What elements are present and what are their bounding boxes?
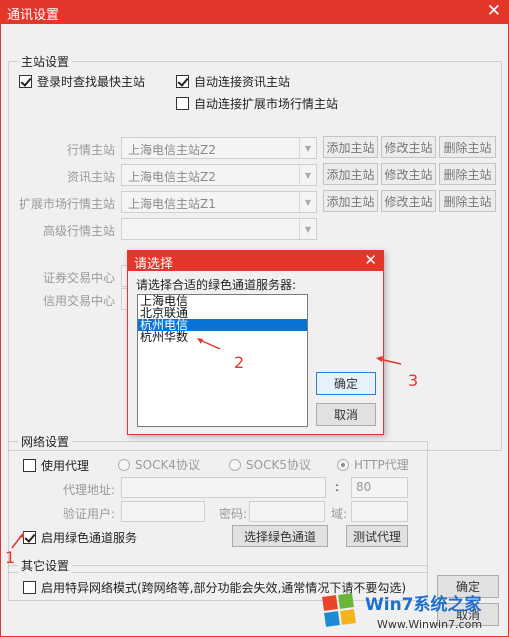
info-station-label: 资讯主站 (66, 170, 115, 184)
checkbox-unchecked[interactable] (176, 97, 189, 110)
add-station-button[interactable]: 添加主站 (323, 136, 378, 158)
other-legend: 其它设置 (18, 557, 73, 574)
annotation-arrow-2 (197, 338, 221, 350)
proxy-port-input[interactable]: 80 (351, 477, 408, 498)
adv-station-select[interactable]: ▼ (121, 218, 317, 240)
dialog-titlebar: 请选择 ✕ (128, 251, 383, 272)
dialog-title: 请选择 (134, 257, 174, 272)
auth-user-input[interactable] (121, 501, 205, 522)
checkbox-unchecked[interactable] (23, 459, 36, 472)
annotation-arrow-1 (11, 532, 24, 549)
watermark-brand: Win7系统之家 (365, 594, 482, 615)
network-legend: 网络设置 (18, 433, 73, 450)
socks5-radio[interactable]: SOCK5协议 (229, 456, 311, 473)
green-channel-label: 启用绿色通道服务 (41, 531, 138, 545)
annotation-3: 3 (408, 371, 419, 390)
quote-station-select[interactable]: 上海电信主站Z2 ▼ (121, 137, 317, 159)
quote-station-label: 行情主站 (66, 143, 115, 157)
ext-station-value: 上海电信主站Z1 (128, 197, 216, 211)
window-client: 主站设置 登录时查找最快主站 自动连接资讯主站 自动连接扩展市场行情主站 行情主… (0, 24, 509, 637)
select-green-channel-button[interactable]: 选择绿色通道 (232, 525, 328, 547)
find-fastest-label: 登录时查找最快主站 (37, 75, 146, 89)
ext-station-select[interactable]: 上海电信主站Z1 ▼ (121, 191, 317, 213)
checkbox-checked[interactable] (176, 75, 189, 88)
info-station-select[interactable]: 上海电信主站Z2 ▼ (121, 164, 317, 186)
quote-station-value: 上海电信主站Z2 (128, 143, 216, 157)
info-station-value: 上海电信主站Z2 (128, 170, 216, 184)
main-station-legend: 主站设置 (18, 53, 73, 70)
watermark-logo: Win7系统之家 Www.Winwin7.com (322, 593, 482, 631)
select-server-dialog: 请选择 ✕ 请选择合适的绿色通道服务器: 上海电信 北京联通 杭州电信 杭州华数… (127, 250, 384, 435)
use-proxy-checkbox[interactable]: 使用代理 (23, 457, 89, 474)
socks5-label: SOCK5协议 (246, 458, 311, 472)
auto-info-label: 自动连接资讯主站 (194, 75, 291, 89)
delete-station-button[interactable]: 删除主站 (439, 163, 496, 185)
watermark-url: Www.Winwin7.com (377, 618, 482, 631)
ext-station-label: 扩展市场行情主站 (18, 197, 115, 211)
find-fastest-checkbox[interactable]: 登录时查找最快主站 (19, 73, 145, 90)
radio-icon[interactable] (118, 458, 130, 471)
radio-selected-icon[interactable] (337, 458, 349, 471)
edit-station-button[interactable]: 修改主站 (381, 190, 436, 212)
http-proxy-label: HTTP代理 (354, 458, 409, 472)
socks4-label: SOCK4协议 (135, 458, 200, 472)
http-proxy-radio[interactable]: HTTP代理 (337, 456, 409, 473)
chevron-down-icon[interactable]: ▼ (299, 192, 316, 212)
proxy-address-label: 代理地址: (62, 483, 115, 497)
domain-label: 域: (330, 507, 347, 521)
annotation-2: 2 (234, 353, 245, 372)
socks4-radio[interactable]: SOCK4协议 (118, 456, 200, 473)
dialog-cancel-button[interactable]: 取消 (316, 403, 376, 426)
auto-ext-checkbox[interactable]: 自动连接扩展市场行情主站 (176, 95, 338, 112)
window-titlebar: 通讯设置 ✕ (0, 0, 509, 24)
domain-input[interactable] (351, 501, 408, 522)
delete-station-button[interactable]: 删除主站 (439, 190, 496, 212)
checkbox-unchecked[interactable] (23, 581, 36, 594)
close-icon[interactable]: ✕ (364, 251, 377, 269)
annotation-arrow-3 (376, 356, 402, 365)
chevron-down-icon[interactable]: ▼ (299, 165, 316, 185)
auto-ext-label: 自动连接扩展市场行情主站 (194, 97, 339, 111)
chevron-down-icon[interactable]: ▼ (299, 219, 316, 239)
auto-info-checkbox[interactable]: 自动连接资讯主站 (176, 73, 290, 90)
window-title: 通讯设置 (7, 8, 60, 23)
checkbox-checked[interactable] (19, 75, 32, 88)
test-proxy-button[interactable]: 测试代理 (346, 525, 408, 547)
port-colon: : (335, 480, 340, 494)
chevron-down-icon[interactable]: ▼ (299, 138, 316, 158)
edit-station-button[interactable]: 修改主站 (381, 163, 436, 185)
close-icon[interactable]: ✕ (487, 1, 501, 21)
credit-center-label: 信用交易中心 (42, 294, 115, 308)
green-channel-checkbox[interactable]: 启用绿色通道服务 (23, 529, 137, 546)
edit-station-button[interactable]: 修改主站 (381, 136, 436, 158)
add-station-button[interactable]: 添加主站 (323, 190, 378, 212)
dialog-prompt: 请选择合适的绿色通道服务器: (136, 278, 297, 292)
radio-icon[interactable] (229, 458, 241, 471)
adv-station-label: 高级行情主站 (42, 224, 115, 238)
dialog-ok-button[interactable]: 确定 (316, 372, 376, 395)
auth-user-label: 验证用户: (62, 507, 115, 521)
server-listbox[interactable]: 上海电信 北京联通 杭州电信 杭州华数 (137, 294, 308, 427)
password-label: 密码: (218, 507, 247, 521)
delete-station-button[interactable]: 删除主站 (439, 136, 496, 158)
securities-center-label: 证券交易中心 (42, 271, 115, 285)
use-proxy-label: 使用代理 (41, 459, 90, 473)
proxy-address-input[interactable] (121, 477, 326, 498)
password-input[interactable] (249, 501, 325, 522)
add-station-button[interactable]: 添加主站 (323, 163, 378, 185)
